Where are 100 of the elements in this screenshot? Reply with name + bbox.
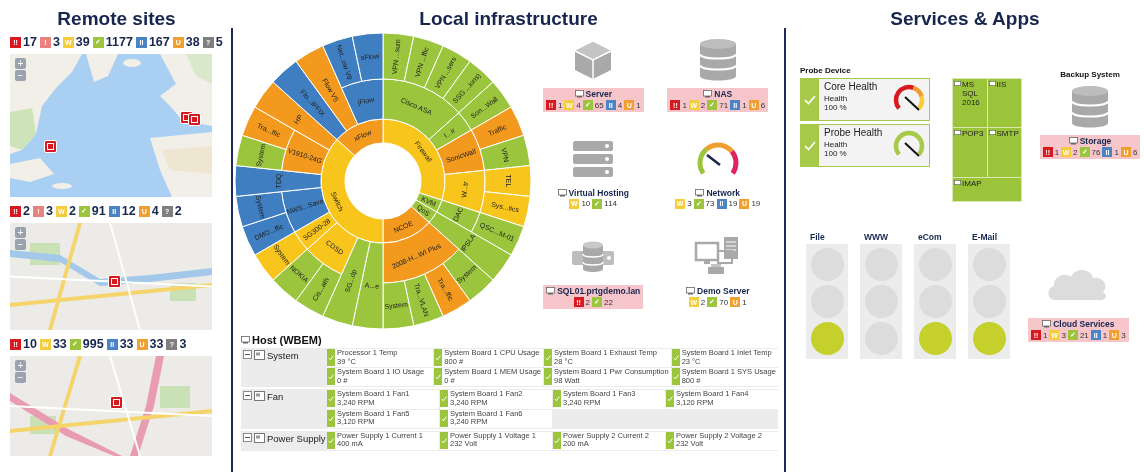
metric-label: Health — [824, 94, 849, 103]
expand-icon[interactable] — [243, 391, 252, 401]
status-count: 3 — [45, 204, 53, 218]
status-count: 6 — [760, 100, 766, 110]
device-icon — [1068, 137, 1078, 145]
map-marker-icon[interactable] — [188, 113, 201, 126]
service-icon — [988, 81, 996, 86]
service-icon — [988, 130, 996, 135]
status-count: 65 — [594, 100, 604, 110]
device-name[interactable]: Demo Server — [697, 286, 750, 297]
status-count: 167 — [148, 35, 170, 49]
section-title: Remote sites — [56, 7, 177, 28]
status-count: 1 — [742, 100, 747, 110]
light-label: File — [809, 232, 825, 242]
status-count: 4 — [617, 100, 623, 110]
device-icon — [574, 90, 584, 98]
status-count: 2 — [174, 204, 182, 218]
sunburst-segment[interactable] — [479, 134, 531, 171]
card-title: Core Health — [824, 81, 879, 92]
metric-value: 100 % — [824, 149, 848, 158]
device-name[interactable]: Virtual Hosting — [568, 187, 629, 198]
sunburst-segment[interactable] — [235, 165, 322, 197]
status-count: 19 — [751, 199, 761, 209]
tile-label: POP3 — [962, 129, 984, 138]
check-icon — [327, 349, 335, 366]
tile-label: SMTP — [996, 129, 1019, 138]
device-icon — [703, 90, 713, 98]
status-count: 4 — [576, 100, 581, 110]
status-count: 17 — [23, 35, 37, 49]
light-label: WWW — [863, 232, 889, 242]
status-count: 73 — [705, 199, 715, 209]
status-count: 2 — [68, 204, 76, 218]
device-icon — [686, 287, 695, 296]
sunburst-segment[interactable] — [341, 78, 384, 125]
group-icon — [254, 391, 265, 402]
status-count: 10 — [23, 337, 37, 351]
check-icon — [434, 349, 443, 366]
status-count: 10 — [581, 199, 591, 209]
status-count: 21 — [1079, 330, 1089, 340]
status-count: 33 — [119, 337, 134, 351]
device-name[interactable]: Cloud Services — [1053, 319, 1115, 329]
status-count: 39 — [75, 35, 90, 49]
map-marker-icon[interactable] — [110, 396, 123, 409]
metric-label: Health — [824, 140, 849, 149]
check-icon — [544, 368, 553, 386]
check-icon — [666, 390, 674, 408]
light-label: eCom — [917, 232, 942, 242]
panel-title: Probe Device — [800, 66, 852, 75]
status-count: 33 — [52, 337, 67, 351]
status-count: 3 — [1121, 330, 1126, 340]
check-icon — [666, 431, 674, 449]
status-count: 2 — [23, 204, 30, 218]
tile-label: IMAP — [962, 179, 982, 188]
card-title: Probe Health — [824, 127, 884, 138]
sunburst-segment[interactable] — [382, 280, 415, 330]
device-name[interactable]: Network — [706, 187, 740, 198]
service-icon — [954, 130, 961, 135]
status-count: 38 — [185, 35, 200, 49]
health-card[interactable]: Core Health Health 100 % — [800, 78, 930, 121]
status-count: 1 — [1054, 147, 1060, 157]
sunburst-segment[interactable] — [351, 32, 384, 82]
health-card[interactable]: Probe Health Health 100 % — [800, 124, 930, 167]
light-label: E-Mail — [971, 232, 998, 242]
map-marker-icon[interactable] — [44, 140, 57, 153]
check-icon — [434, 368, 443, 386]
group-icon — [254, 350, 265, 360]
check-icon — [804, 94, 816, 105]
status-count: 3 — [179, 337, 187, 351]
group-title: Backup System — [1060, 70, 1120, 79]
expand-icon[interactable] — [243, 432, 252, 442]
status-count: 22 — [604, 297, 613, 307]
map-marker-icon[interactable] — [108, 275, 121, 288]
host-title: Host (WBEM) — [252, 334, 322, 346]
status-count: 19 — [728, 199, 738, 209]
check-icon — [544, 349, 553, 366]
check-icon — [327, 431, 335, 449]
device-name[interactable]: Storage — [1079, 136, 1112, 146]
status-count: 1 — [1043, 330, 1048, 340]
section-title: Services & Apps — [889, 7, 1041, 28]
status-count: 2 — [1073, 147, 1078, 157]
device-icon — [1042, 320, 1052, 328]
status-count: 76 — [1091, 147, 1101, 157]
status-count: 1 — [742, 297, 747, 307]
status-count: 1 — [1114, 147, 1119, 157]
status-count: 3 — [52, 35, 60, 49]
status-count: 2 — [700, 100, 706, 110]
check-icon — [671, 368, 680, 386]
device-name[interactable]: NAS — [714, 89, 733, 99]
device-name[interactable]: Server — [585, 89, 612, 99]
status-count: 2 — [700, 297, 706, 307]
status-count: 114 — [604, 199, 618, 209]
check-icon — [804, 140, 816, 151]
device-icon — [557, 188, 567, 197]
check-icon — [440, 431, 448, 449]
status-count: 4 — [151, 204, 159, 218]
device-name[interactable]: SQL01.prtgdemo.lan — [557, 286, 641, 297]
expand-icon[interactable] — [243, 350, 252, 359]
status-count: 91 — [91, 204, 106, 218]
check-icon — [553, 431, 561, 449]
status-count: 70 — [719, 297, 729, 307]
